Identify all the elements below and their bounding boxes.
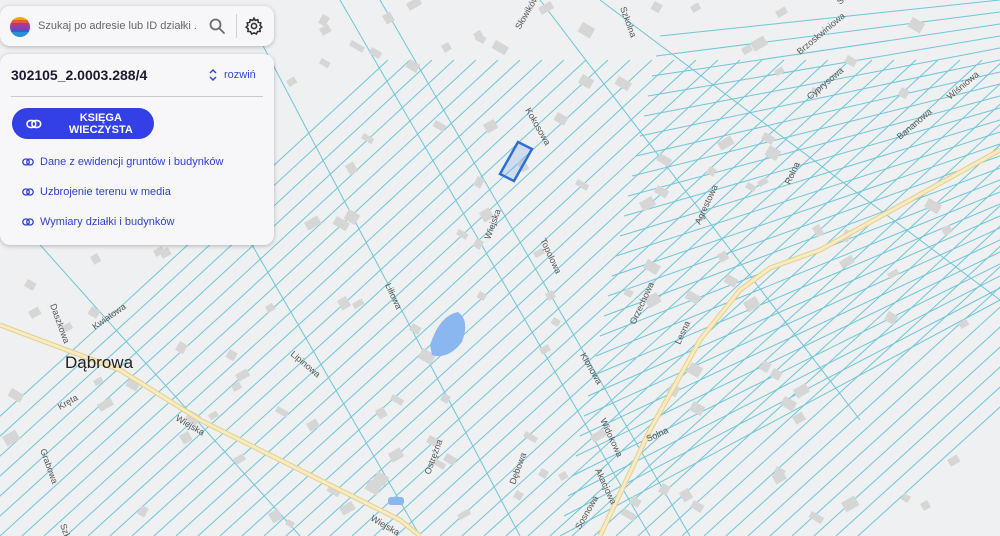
expand-button[interactable]: rozwiń xyxy=(208,67,256,83)
panel-divider xyxy=(11,96,263,97)
link-uzbrojenie[interactable]: Uzbrojenie terenu w media xyxy=(22,184,171,200)
link-icon xyxy=(22,218,34,226)
small-pond xyxy=(388,497,404,505)
kw-button[interactable]: KSIĘGA WIECZYSTA xyxy=(12,108,154,139)
expand-chevrons-icon xyxy=(209,68,217,82)
search-divider xyxy=(236,14,237,38)
link-icon xyxy=(22,158,34,166)
gear-icon[interactable] xyxy=(244,16,264,36)
search-bar xyxy=(0,6,274,46)
search-input[interactable] xyxy=(38,16,198,36)
parcel-id: 302105_2.0003.288/4 xyxy=(11,67,148,83)
link-label: Wymiary działki i budynków xyxy=(40,216,175,228)
kw-button-label: KSIĘGA WIECZYSTA xyxy=(68,111,133,136)
link-icon xyxy=(22,188,34,196)
place-label: Dąbrowa xyxy=(65,353,134,372)
logo-icon xyxy=(10,17,30,37)
link-wymiary[interactable]: Wymiary działki i budynków xyxy=(22,214,174,230)
link-icon xyxy=(26,119,42,128)
search-icon[interactable] xyxy=(208,17,226,35)
expand-label: rozwiń xyxy=(224,69,256,81)
link-label: Dane z ewidencji gruntów i budynków xyxy=(40,156,224,168)
link-dane-ewidencji[interactable]: Dane z ewidencji gruntów i budynków xyxy=(22,154,223,170)
link-label: Uzbrojenie terenu w media xyxy=(40,186,171,198)
parcel-panel: 302105_2.0003.288/4 rozwiń KSIĘGA WIECZY… xyxy=(0,54,274,245)
